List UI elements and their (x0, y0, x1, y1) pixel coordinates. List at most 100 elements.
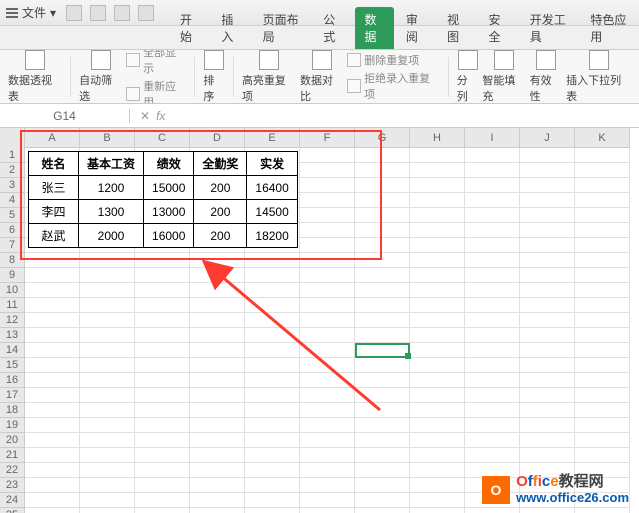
row-header[interactable]: 10 (0, 283, 24, 298)
row-header[interactable]: 25 (0, 508, 24, 513)
row-header[interactable]: 6 (0, 223, 24, 238)
cell[interactable]: 1300 (79, 200, 144, 224)
qat-redo-icon[interactable] (114, 5, 130, 21)
column-header[interactable]: E (245, 128, 300, 148)
dropdown-list-icon (589, 50, 609, 70)
tab-review[interactable]: 审阅 (396, 7, 435, 49)
fx-label[interactable]: fx (156, 109, 165, 123)
row-header[interactable]: 11 (0, 298, 24, 313)
header-base-salary[interactable]: 基本工资 (79, 152, 144, 176)
cell[interactable]: 200 (194, 176, 247, 200)
pivot-icon (25, 50, 45, 70)
cell[interactable]: 赵武 (29, 224, 79, 248)
header-name[interactable]: 姓名 (29, 152, 79, 176)
row-header[interactable]: 4 (0, 193, 24, 208)
row-header[interactable]: 8 (0, 253, 24, 268)
row-header[interactable]: 18 (0, 403, 24, 418)
cell[interactable]: 15000 (144, 176, 194, 200)
column-header[interactable]: D (190, 128, 245, 148)
tab-insert[interactable]: 插入 (211, 7, 250, 49)
highlight-dup-button[interactable]: 高亮重复项 (242, 50, 296, 104)
row-header[interactable]: 7 (0, 238, 24, 253)
reject-dup-button[interactable]: 拒绝录入重复项 (347, 70, 439, 102)
row-header[interactable]: 15 (0, 358, 24, 373)
insert-dropdown-button[interactable]: 插入下拉列表 (566, 50, 631, 104)
row-header[interactable]: 12 (0, 313, 24, 328)
qat-save-icon[interactable] (66, 5, 82, 21)
row-header[interactable]: 20 (0, 433, 24, 448)
cell[interactable]: 张三 (29, 176, 79, 200)
sort-button[interactable]: 排序 (203, 50, 225, 104)
separator (448, 57, 449, 97)
tab-view[interactable]: 视图 (437, 7, 476, 49)
tab-special[interactable]: 特色应用 (580, 7, 639, 49)
row-header[interactable]: 23 (0, 478, 24, 493)
fx-cancel-icon[interactable]: ✕ (140, 109, 150, 123)
column-header[interactable]: A (25, 128, 80, 148)
sheet-area[interactable]: ABCDEFGHIJK 1234567891011121314151617181… (0, 128, 639, 513)
cell[interactable]: 16400 (247, 176, 297, 200)
tab-start[interactable]: 开始 (170, 7, 209, 49)
header-performance[interactable]: 绩效 (144, 152, 194, 176)
text-to-col-button[interactable]: 分列 (457, 50, 479, 104)
watermark-logo-icon: O (482, 476, 510, 504)
row-header[interactable]: 9 (0, 268, 24, 283)
dup-options: 删除重复项 拒绝录入重复项 (347, 52, 439, 102)
showall-button[interactable]: 全部显示 (126, 50, 186, 76)
tab-dev[interactable]: 开发工具 (520, 7, 579, 49)
row-header[interactable]: 21 (0, 448, 24, 463)
row-header[interactable]: 22 (0, 463, 24, 478)
row-header[interactable]: 13 (0, 328, 24, 343)
row-header[interactable]: 17 (0, 388, 24, 403)
row-header[interactable]: 24 (0, 493, 24, 508)
row-header[interactable]: 5 (0, 208, 24, 223)
pivot-table-button[interactable]: 数据透视表 (8, 50, 62, 104)
cell[interactable]: 200 (194, 224, 247, 248)
data-table: 姓名 基本工资 绩效 全勤奖 实发 张三 1200 15000 200 1640… (28, 151, 298, 248)
column-header[interactable]: H (410, 128, 465, 148)
remove-dup-button[interactable]: 删除重复项 (347, 52, 439, 68)
cell[interactable]: 14500 (247, 200, 297, 224)
filter-icon (91, 50, 111, 70)
row-header[interactable]: 16 (0, 373, 24, 388)
tab-pagelayout[interactable]: 页面布局 (253, 7, 312, 49)
smart-fill-button[interactable]: 智能填充 (482, 50, 525, 104)
header-attendance[interactable]: 全勤奖 (194, 152, 247, 176)
column-header[interactable]: C (135, 128, 190, 148)
ribbon-tabs: 开始 插入 页面布局 公式 数据 审阅 视图 安全 开发工具 特色应用 (0, 26, 639, 50)
reapply-button[interactable]: 重新应用 (126, 78, 186, 105)
qat-print-icon[interactable] (138, 5, 154, 21)
cell[interactable]: 2000 (79, 224, 144, 248)
header-total[interactable]: 实发 (247, 152, 297, 176)
compare-button[interactable]: 数据对比 (300, 50, 343, 104)
column-header[interactable]: K (575, 128, 630, 148)
row-header[interactable]: 3 (0, 178, 24, 193)
autofilter-button[interactable]: 自动筛选 (79, 50, 122, 104)
smartfill-icon (494, 50, 514, 70)
tab-security[interactable]: 安全 (478, 7, 517, 49)
cell[interactable]: 16000 (144, 224, 194, 248)
column-header[interactable]: I (465, 128, 520, 148)
cell[interactable]: 1200 (79, 176, 144, 200)
column-header[interactable]: J (520, 128, 575, 148)
row-header[interactable]: 19 (0, 418, 24, 433)
cell[interactable]: 18200 (247, 224, 297, 248)
column-headers: ABCDEFGHIJK (0, 128, 630, 148)
qat-undo-icon[interactable] (90, 5, 106, 21)
cell[interactable]: 李四 (29, 200, 79, 224)
row-header[interactable]: 2 (0, 163, 24, 178)
formula-bar: G14 ✕ fx (0, 104, 639, 128)
name-box[interactable]: G14 (0, 109, 130, 123)
file-menu[interactable]: 文件 ▾ (6, 4, 56, 21)
row-header[interactable]: 1 (0, 148, 24, 163)
tab-formula[interactable]: 公式 (313, 7, 352, 49)
column-header[interactable]: G (355, 128, 410, 148)
validity-button[interactable]: 有效性 (530, 50, 562, 104)
select-all-corner[interactable] (0, 128, 25, 148)
column-header[interactable]: F (300, 128, 355, 148)
cell[interactable]: 13000 (144, 200, 194, 224)
row-header[interactable]: 14 (0, 343, 24, 358)
tab-data[interactable]: 数据 (355, 7, 394, 49)
cell[interactable]: 200 (194, 200, 247, 224)
column-header[interactable]: B (80, 128, 135, 148)
